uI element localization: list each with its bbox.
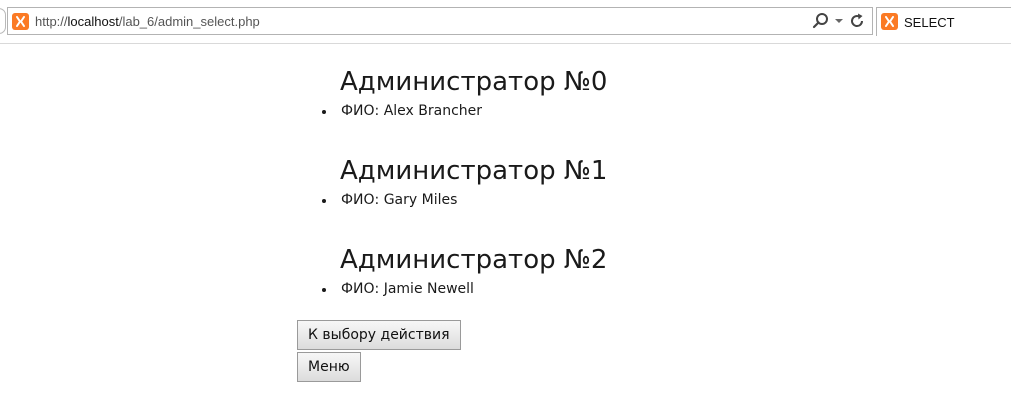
- address-bar-controls: [808, 11, 866, 31]
- choose-action-button[interactable]: К выбору действия: [297, 320, 461, 350]
- admin-block: Администратор №1 ФИО: Gary Miles: [297, 122, 997, 211]
- back-button[interactable]: [0, 8, 6, 34]
- admin-fio: ФИО: Gary Miles: [341, 192, 458, 208]
- url-host: localhost: [67, 14, 119, 29]
- admin-details-list: ФИО: Alex Brancher: [297, 102, 997, 122]
- bullet-icon: [322, 110, 326, 114]
- admin-heading: Администратор №2: [340, 245, 608, 275]
- list-item: ФИО: Gary Miles: [297, 191, 997, 211]
- address-bar[interactable]: http://localhost/lab_6/admin_select.php: [7, 7, 873, 35]
- search-icon[interactable]: [812, 11, 830, 31]
- admin-fio: ФИО: Jamie Newell: [341, 281, 474, 297]
- bullet-icon: [322, 199, 326, 203]
- browser-toolbar: http://localhost/lab_6/admin_select.php: [0, 0, 1011, 44]
- page-content: Администратор №0 ФИО: Alex Brancher Адми…: [297, 43, 997, 382]
- admin-fio: ФИО: Alex Brancher: [341, 103, 483, 119]
- bullet-icon: [322, 288, 326, 292]
- url-text[interactable]: http://localhost/lab_6/admin_select.php: [35, 13, 260, 30]
- admin-heading: Администратор №0: [340, 67, 608, 97]
- list-item: ФИО: Alex Brancher: [297, 102, 997, 122]
- admin-details-list: ФИО: Gary Miles: [297, 191, 997, 211]
- admin-heading: Администратор №1: [340, 156, 608, 186]
- dropdown-arrow-icon[interactable]: [834, 11, 844, 31]
- url-path: /lab_6/admin_select.php: [118, 14, 260, 29]
- refresh-icon[interactable]: [848, 11, 866, 31]
- admin-details-list: ФИО: Jamie Newell: [297, 280, 997, 300]
- menu-button[interactable]: Меню: [297, 352, 361, 382]
- tab-title: SELECT: [904, 15, 955, 30]
- admin-block: Администратор №2 ФИО: Jamie Newell: [297, 211, 997, 300]
- xampp-logo-icon: [881, 13, 898, 30]
- url-prefix: http://: [35, 14, 68, 29]
- list-item: ФИО: Jamie Newell: [297, 280, 997, 300]
- tab-select[interactable]: SELECT: [876, 7, 1011, 36]
- xampp-logo-icon: [12, 13, 29, 30]
- admin-block: Администратор №0 ФИО: Alex Brancher: [297, 43, 997, 122]
